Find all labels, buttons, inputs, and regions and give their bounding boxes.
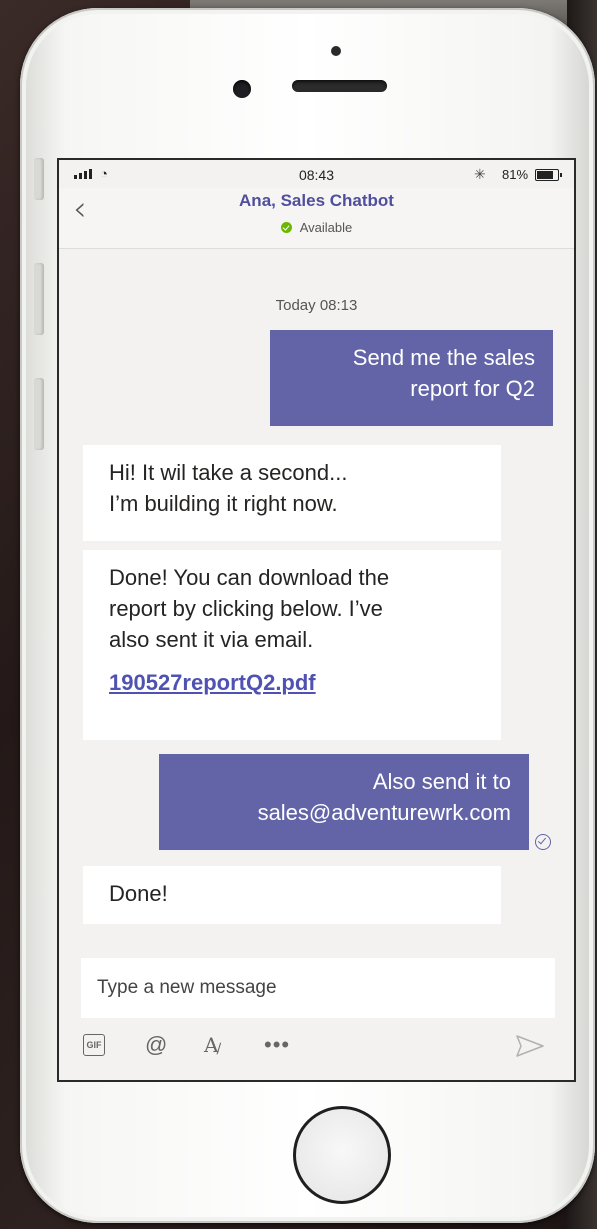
composer-toolbar: GIF @ A ∕ ••• (59, 1030, 574, 1074)
proximity-sensor (331, 46, 341, 56)
chat-header: ‹ Ana, Sales Chatbot Available (59, 188, 574, 249)
message-line: also sent it via email. (109, 627, 314, 652)
volume-down-button (34, 378, 44, 450)
format-icon[interactable]: A ∕ (204, 1030, 221, 1060)
message-bubble-received[interactable]: Done! You can download the report by cli… (83, 550, 501, 740)
front-camera (233, 80, 251, 98)
message-input[interactable] (81, 958, 555, 1018)
message-line: I’m building it right now. (109, 491, 338, 516)
date-stamp: Today 08:13 (275, 297, 358, 314)
message-line: Send me the sales (352, 345, 535, 370)
phone-screen: ◔ 08:43 ✳ 81% ‹ Ana, Sales Chatbot Avail… (57, 158, 576, 1082)
message-line: report by clicking below. I’ve (109, 596, 383, 621)
message-line: Hi! It wil take a second... (109, 460, 348, 485)
pen-glyph: ∕ (216, 1041, 222, 1057)
message-line: report for Q2 (410, 376, 535, 401)
message-bubble-received[interactable]: Hi! It wil take a second... I’m building… (83, 445, 501, 541)
status-bar: ◔ 08:43 ✳ 81% (59, 160, 574, 190)
status-time: 08:43 (298, 167, 335, 183)
volume-up-button (34, 263, 44, 335)
send-icon-graphic (516, 1035, 544, 1057)
message-line: Done! (109, 881, 168, 906)
read-receipt-icon (535, 834, 551, 850)
gif-icon[interactable]: GIF (83, 1034, 105, 1056)
send-icon[interactable] (515, 1032, 545, 1060)
mention-icon[interactable]: @ (145, 1030, 167, 1060)
message-bubble-sent[interactable]: Send me the sales report for Q2 (270, 330, 553, 426)
message-bubble-received[interactable]: Done! (83, 866, 501, 924)
earpiece-speaker (292, 80, 387, 92)
attachment-link[interactable]: 190527reportQ2.pdf (109, 667, 475, 698)
available-status-icon (280, 222, 292, 233)
chat-title[interactable]: Ana, Sales Chatbot (59, 191, 574, 211)
more-options-icon[interactable]: ••• (264, 1030, 290, 1060)
battery-nub (560, 173, 562, 177)
battery-icon (535, 169, 562, 181)
battery-fill (537, 171, 554, 179)
message-line: Also send it to (372, 769, 511, 794)
message-line: sales@adventurewrk.com (257, 800, 511, 825)
presence-label: Available (299, 220, 353, 235)
battery-percent: 81% (502, 167, 529, 182)
presence-status: Available (59, 220, 574, 235)
mute-switch (34, 158, 44, 200)
home-button[interactable] (293, 1106, 391, 1204)
message-line: Done! You can download the (109, 565, 390, 590)
message-bubble-sent[interactable]: Also send it to sales@adventurewrk.com (159, 754, 529, 850)
bluetooth-icon: ✳ (474, 166, 486, 182)
message-composer[interactable] (81, 958, 555, 1018)
